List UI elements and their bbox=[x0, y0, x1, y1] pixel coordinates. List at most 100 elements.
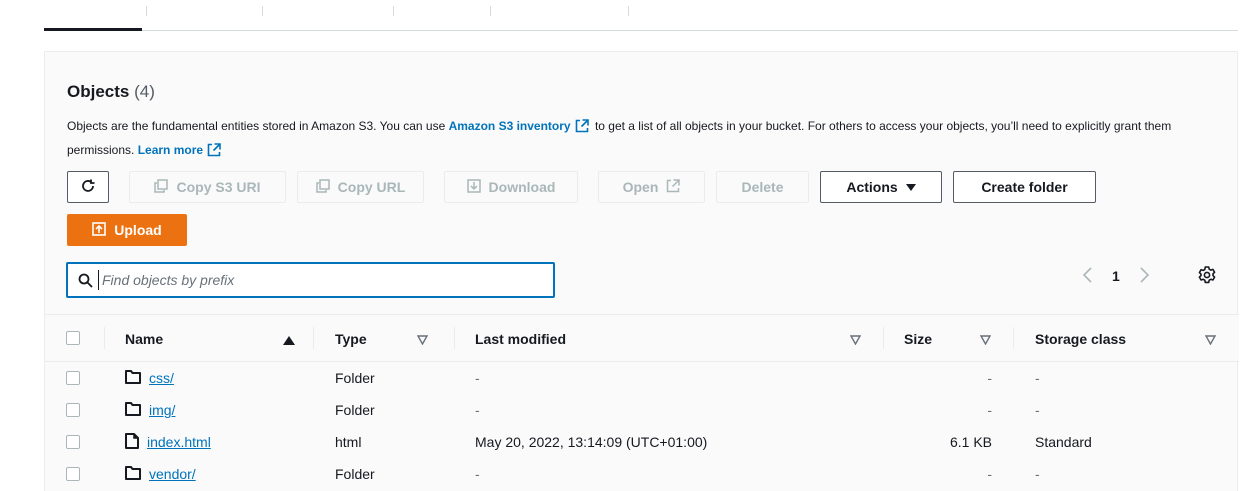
object-last-modified: - bbox=[475, 370, 480, 386]
copy-s3-uri-button[interactable]: Copy S3 URI bbox=[129, 171, 286, 203]
search-input[interactable] bbox=[98, 270, 538, 290]
column-header-last-modified[interactable]: Last modified bbox=[475, 315, 566, 362]
column-type-label: Type bbox=[335, 330, 367, 347]
learn-more-link[interactable]: Learn more bbox=[138, 143, 224, 157]
panel-description: Objects are the fundamental entities sto… bbox=[67, 116, 1207, 164]
object-size: - bbox=[987, 370, 992, 386]
settings-gear-icon[interactable] bbox=[1197, 265, 1217, 290]
file-icon bbox=[125, 432, 139, 452]
object-last-modified: - bbox=[475, 466, 480, 482]
panel-title: Objects (4) bbox=[67, 82, 155, 102]
table-row[interactable]: css/ Folder - - - bbox=[45, 362, 1239, 394]
open-label: Open bbox=[622, 179, 659, 195]
actions-dropdown[interactable]: Actions bbox=[820, 171, 942, 203]
s3-inventory-link[interactable]: Amazon S3 inventory bbox=[449, 119, 592, 133]
external-link-icon bbox=[575, 119, 589, 140]
row-checkbox[interactable] bbox=[66, 435, 80, 449]
column-separator bbox=[454, 327, 455, 349]
column-header-name[interactable]: Name bbox=[125, 315, 163, 362]
table-row[interactable]: index.html html May 20, 2022, 13:14:09 (… bbox=[45, 426, 1239, 458]
object-storage-class: - bbox=[1035, 370, 1040, 386]
object-type: Folder bbox=[335, 466, 375, 482]
row-checkbox[interactable] bbox=[66, 467, 80, 481]
upload-button[interactable]: Upload bbox=[67, 214, 187, 246]
refresh-button[interactable] bbox=[67, 171, 109, 203]
table-row[interactable]: vendor/ Folder - - - bbox=[45, 458, 1239, 490]
objects-table: Name Type Last modified Size Storage cla… bbox=[45, 314, 1239, 490]
download-icon bbox=[466, 178, 481, 196]
description-text: Objects are the fundamental entities sto… bbox=[67, 119, 449, 133]
object-count: (4) bbox=[134, 82, 155, 101]
copy-icon bbox=[154, 178, 169, 196]
column-header-storage-class[interactable]: Storage class bbox=[1035, 315, 1126, 362]
object-last-modified: May 20, 2022, 13:14:09 (UTC+01:00) bbox=[475, 434, 708, 450]
tab-objects[interactable] bbox=[44, 0, 142, 31]
next-page-icon[interactable] bbox=[1140, 266, 1149, 286]
previous-page-icon[interactable] bbox=[1082, 266, 1092, 286]
active-tab-indicator bbox=[44, 28, 142, 31]
pagination: 1 bbox=[1082, 265, 1149, 287]
actions-label: Actions bbox=[846, 179, 898, 195]
tab-3[interactable] bbox=[263, 0, 393, 30]
column-separator bbox=[883, 327, 884, 349]
object-type: Folder bbox=[335, 402, 375, 418]
select-all-checkbox[interactable] bbox=[66, 331, 80, 345]
sort-icon[interactable] bbox=[849, 332, 862, 350]
delete-button[interactable]: Delete bbox=[716, 171, 809, 203]
column-size-label: Size bbox=[904, 330, 933, 347]
object-name: vendor/ bbox=[149, 466, 196, 482]
tab-strip bbox=[44, 0, 1238, 31]
column-separator bbox=[313, 327, 314, 349]
caret-down-icon bbox=[905, 179, 916, 195]
sort-icon[interactable] bbox=[979, 332, 992, 350]
sort-icon[interactable] bbox=[416, 332, 429, 350]
tab-4[interactable] bbox=[394, 0, 490, 30]
tab-separator bbox=[628, 6, 629, 16]
tab-2[interactable] bbox=[147, 0, 262, 30]
object-size: 6.1 KB bbox=[949, 434, 992, 450]
object-name-link[interactable]: vendor/ bbox=[125, 465, 196, 483]
column-header-size[interactable]: Size bbox=[904, 315, 932, 362]
row-checkbox[interactable] bbox=[66, 371, 80, 385]
table-header: Name Type Last modified Size Storage cla… bbox=[45, 314, 1239, 362]
search-box bbox=[66, 262, 555, 298]
download-label: Download bbox=[488, 179, 556, 195]
object-storage-class: - bbox=[1035, 402, 1040, 418]
object-type: Folder bbox=[335, 370, 375, 386]
object-name-link[interactable]: css/ bbox=[125, 369, 174, 387]
column-separator bbox=[1013, 327, 1014, 349]
panel-title-text: Objects bbox=[67, 82, 130, 101]
tab-5[interactable] bbox=[491, 0, 628, 30]
copy-s3-uri-label: Copy S3 URI bbox=[176, 179, 261, 195]
open-button[interactable]: Open bbox=[598, 171, 705, 203]
column-header-type[interactable]: Type bbox=[335, 315, 367, 362]
object-name-link[interactable]: img/ bbox=[125, 401, 176, 419]
external-link-icon bbox=[666, 178, 681, 196]
current-page-number[interactable]: 1 bbox=[1112, 268, 1120, 284]
object-name: css/ bbox=[149, 370, 174, 386]
sort-icon[interactable] bbox=[1204, 332, 1217, 350]
external-link-icon bbox=[207, 143, 221, 164]
copy-url-label: Copy URL bbox=[337, 179, 406, 195]
create-folder-button[interactable]: Create folder bbox=[953, 171, 1096, 203]
sort-ascending-icon[interactable] bbox=[283, 332, 295, 350]
create-folder-label: Create folder bbox=[981, 179, 1068, 195]
search-icon bbox=[78, 273, 93, 293]
column-storage-class-label: Storage class bbox=[1035, 330, 1127, 347]
column-separator bbox=[104, 327, 105, 349]
row-checkbox[interactable] bbox=[66, 403, 80, 417]
object-storage-class: - bbox=[1035, 466, 1040, 482]
folder-icon bbox=[125, 465, 141, 483]
object-size: - bbox=[987, 466, 992, 482]
upload-icon bbox=[92, 221, 107, 239]
copy-url-button[interactable]: Copy URL bbox=[297, 171, 424, 203]
object-size: - bbox=[987, 402, 992, 418]
object-type: html bbox=[335, 434, 362, 450]
object-storage-class: Standard bbox=[1035, 434, 1092, 450]
object-last-modified: - bbox=[475, 402, 480, 418]
download-button[interactable]: Download bbox=[444, 171, 578, 203]
object-name: img/ bbox=[149, 402, 176, 418]
object-name-link[interactable]: index.html bbox=[125, 432, 211, 452]
table-row[interactable]: img/ Folder - - - bbox=[45, 394, 1239, 426]
learn-more-link-label: Learn more bbox=[137, 143, 204, 157]
